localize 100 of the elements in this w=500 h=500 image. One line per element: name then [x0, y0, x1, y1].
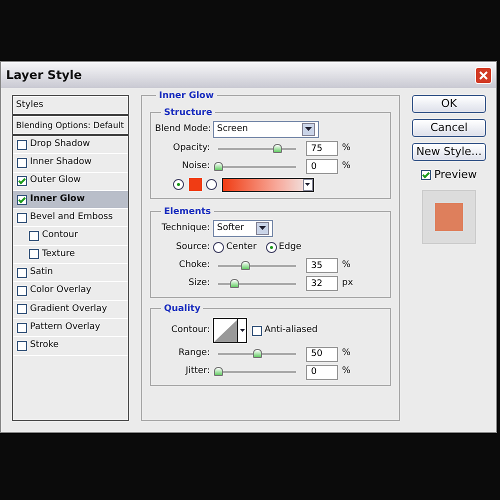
slider-thumb[interactable] [214, 162, 223, 171]
unit-label: px [342, 277, 354, 290]
item-label: Pattern Overlay [30, 320, 100, 334]
radio-button[interactable] [206, 179, 217, 190]
item-label: Stroke [30, 339, 59, 352]
dialog-button[interactable]: New Style... [412, 143, 486, 161]
group-title: Elements [161, 206, 214, 216]
list-item[interactable]: Contour [13, 227, 128, 246]
contour-picker[interactable] [213, 318, 247, 344]
item-label: Gradient Overlay [30, 302, 108, 316]
list-item[interactable]: Gradient Overlay [13, 300, 128, 319]
list-item[interactable]: Texture [13, 246, 128, 264]
group-title: Quality [161, 304, 204, 314]
dialog-button[interactable]: Cancel [412, 119, 486, 137]
radio-option[interactable]: Edge [266, 241, 302, 254]
item-label: Satin [30, 266, 53, 279]
number-field[interactable]: 50 [306, 346, 338, 362]
caret-icon [240, 328, 245, 333]
list-item[interactable]: Drop Shadow [13, 136, 128, 154]
item-label: Inner Glow [30, 192, 85, 206]
window-title: Layer Style [6, 67, 82, 84]
number-field[interactable]: 0 [306, 364, 338, 380]
field-label: Jitter: [184, 365, 211, 378]
unit-label: % [342, 365, 351, 378]
item-label: Bevel and Emboss [30, 211, 113, 224]
slider-thumb[interactable] [214, 367, 223, 376]
checkbox[interactable] [17, 286, 27, 296]
slider-thumb[interactable] [253, 349, 262, 358]
checkbox[interactable] [17, 322, 27, 333]
checkbox[interactable] [17, 304, 27, 314]
slider-thumb[interactable] [241, 260, 250, 270]
list-item[interactable]: Satin [13, 264, 128, 282]
field-label: Technique: [160, 222, 211, 235]
slider-thumb[interactable] [272, 144, 282, 153]
caret-icon [305, 127, 312, 132]
field-label: Opacity: [172, 142, 211, 155]
checkbox[interactable] [17, 176, 27, 186]
number-field[interactable]: 75 [306, 141, 338, 156]
field-label: Noise: [181, 160, 211, 173]
caret-icon [259, 226, 266, 231]
group-title: Structure [161, 108, 216, 118]
checkbox[interactable] [17, 140, 27, 150]
checkbox[interactable] [17, 194, 27, 205]
item-label: Inner Shadow [30, 156, 92, 170]
caret-icon [305, 182, 310, 186]
list-header: Styles [13, 96, 128, 116]
radio-option[interactable]: Center [213, 241, 257, 254]
checkbox-option[interactable]: Preview [412, 167, 486, 184]
close-icon [479, 70, 488, 80]
list-item[interactable]: Color Overlay [13, 282, 128, 301]
checkbox[interactable] [29, 249, 39, 260]
list-item[interactable]: Blending Options: Default [13, 116, 128, 136]
checkbox[interactable] [17, 340, 27, 351]
dropdown[interactable]: Softer [213, 220, 273, 237]
dropdown[interactable]: Screen [213, 121, 319, 138]
radio-button[interactable] [266, 242, 277, 254]
field-label: Size: [187, 277, 211, 290]
unit-label: % [342, 142, 351, 155]
field-label: Range: [177, 347, 211, 360]
checkbox[interactable] [421, 170, 432, 180]
field-label: Contour: [170, 324, 211, 337]
checkbox[interactable] [29, 231, 39, 242]
option-label: Preview [434, 167, 477, 183]
color-swatch[interactable] [188, 178, 202, 191]
item-label: Outer Glow [30, 174, 81, 188]
option-label: Anti-aliased [264, 324, 318, 337]
slider-thumb[interactable] [230, 278, 239, 288]
section-title: Inner Glow [156, 91, 217, 101]
checkbox[interactable] [17, 212, 27, 223]
contour-curve-icon [214, 319, 238, 342]
item-label: Contour [42, 229, 78, 242]
option-label: Center [226, 241, 257, 254]
field-label: Choke: [178, 259, 211, 272]
checkbox[interactable] [17, 268, 27, 278]
unit-label: % [342, 259, 351, 272]
item-label: Texture [42, 248, 75, 261]
checkbox[interactable] [252, 326, 262, 336]
field-label: Source: [175, 241, 211, 254]
list-item[interactable]: Inner Shadow [13, 154, 128, 173]
unit-label: % [342, 160, 351, 173]
number-field[interactable]: 35 [306, 258, 338, 274]
list-item[interactable]: Inner Glow [13, 190, 128, 210]
preview-swatch [435, 202, 463, 230]
list-item[interactable]: Bevel and Emboss [13, 209, 128, 228]
item-label: Drop Shadow [30, 138, 90, 151]
list-item[interactable]: Pattern Overlay [13, 318, 128, 338]
gradient-picker[interactable] [222, 178, 314, 192]
field-label: Blend Mode: [155, 122, 212, 136]
number-field[interactable]: 0 [306, 159, 338, 174]
close-button[interactable] [475, 66, 492, 84]
radio-button[interactable] [213, 242, 224, 254]
dialog-button[interactable]: OK [412, 95, 486, 113]
checkbox[interactable] [17, 158, 27, 168]
checkbox-option[interactable]: Anti-aliased [252, 324, 318, 338]
list-item[interactable]: Stroke [13, 337, 128, 356]
radio-button[interactable] [173, 179, 184, 190]
option-label: Edge [278, 241, 302, 254]
unit-label: % [342, 347, 351, 360]
number-field[interactable]: 32 [306, 276, 338, 292]
item-label: Color Overlay [30, 284, 92, 298]
